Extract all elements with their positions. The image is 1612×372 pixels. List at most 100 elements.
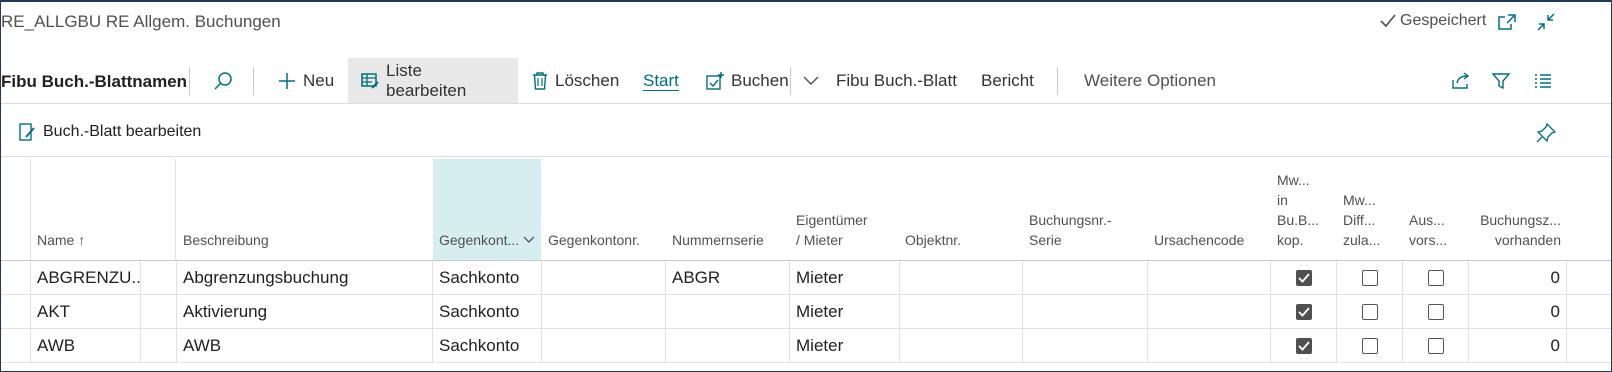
checkbox[interactable] xyxy=(1427,270,1444,286)
cell-nummernserie[interactable]: ABGR xyxy=(666,261,790,295)
cell-ursachencode[interactable] xyxy=(1148,261,1271,295)
cell-buchungsz[interactable]: 0 xyxy=(1469,329,1567,363)
new-button-label: Neu xyxy=(303,71,335,90)
edit-journal-label: Buch.-Blatt bearbeiten xyxy=(43,123,202,140)
column-header-gegenkontoart-label: Gegenkont... xyxy=(439,232,520,248)
divider xyxy=(1,156,1611,157)
more-options-button[interactable]: Weitere Optionen xyxy=(1072,58,1228,104)
table-row[interactable]: AWB AWB Sachkonto Mieter 0 xyxy=(1,329,1611,363)
separator xyxy=(1057,67,1058,95)
cell-buchungsnr[interactable] xyxy=(1023,261,1148,295)
checkbox[interactable] xyxy=(1361,270,1378,286)
cell-mw-diff[interactable] xyxy=(1337,295,1403,329)
column-header-eigentuemer-line2: / Mieter xyxy=(796,232,843,248)
cell-nummernserie[interactable] xyxy=(666,329,790,363)
cell-beschreibung[interactable]: AWB xyxy=(177,329,433,363)
column-header-mw-diff[interactable]: Mw... Diff... zula... xyxy=(1337,159,1403,260)
edit-list-button-label: Liste bearbeiten xyxy=(386,61,467,100)
column-header-beschreibung[interactable]: Beschreibung xyxy=(177,159,433,260)
table-row[interactable]: ABGRENZU... Abgrenzungsbuchung Sachkonto AB… xyxy=(1,261,1611,295)
checkbox[interactable] xyxy=(1427,304,1444,320)
search-button[interactable] xyxy=(201,58,245,104)
edit-list-button[interactable]: Liste bearbeiten xyxy=(348,58,518,104)
cell-mw-diff[interactable] xyxy=(1337,329,1403,363)
cell-gegenkontonr[interactable] xyxy=(542,329,666,363)
delete-button[interactable]: Löschen xyxy=(519,58,631,104)
cell-gegenkontonr[interactable] xyxy=(542,261,666,295)
checkbox[interactable] xyxy=(1427,338,1444,354)
cell-name[interactable]: AWB xyxy=(31,329,141,363)
cell-mw-kop[interactable] xyxy=(1271,261,1337,295)
list-view-button[interactable] xyxy=(1521,58,1565,104)
cell-mw-kop[interactable] xyxy=(1271,295,1337,329)
cell-gegenkontoart[interactable]: Sachkonto xyxy=(433,261,542,295)
checkbox[interactable] xyxy=(1361,304,1378,320)
collapse-icon[interactable] xyxy=(1534,10,1558,34)
cell-mw-kop[interactable] xyxy=(1271,329,1337,363)
new-button[interactable]: Neu xyxy=(265,58,346,104)
cell-spacer xyxy=(141,329,177,363)
edit-journal-icon xyxy=(19,123,35,141)
checkbox[interactable] xyxy=(1295,304,1312,320)
column-header-aus[interactable]: Aus... vors... xyxy=(1403,159,1469,260)
cell-objektnr[interactable] xyxy=(900,261,1023,295)
filter-button[interactable] xyxy=(1479,58,1523,104)
cell-spacer xyxy=(1,295,31,329)
column-header-mw-diff-line3: zula... xyxy=(1343,232,1381,248)
post-button[interactable]: Buchen xyxy=(693,58,801,104)
cell-gegenkontoart[interactable]: Sachkonto xyxy=(433,329,542,363)
table-row[interactable]: AKT Aktivierung Sachkonto Mieter 0 xyxy=(1,295,1611,329)
tab-start[interactable]: Start xyxy=(631,58,691,104)
column-header-eigentuemer[interactable]: Eigentümer / Mieter xyxy=(790,159,900,260)
cell-spacer xyxy=(141,261,177,295)
cell-objektnr[interactable] xyxy=(900,295,1023,329)
open-new-window-icon[interactable] xyxy=(1495,10,1519,34)
cell-eigentuemer[interactable]: Mieter xyxy=(790,329,900,363)
cell-mw-diff[interactable] xyxy=(1337,261,1403,295)
cell-name[interactable]: AKT xyxy=(31,295,141,329)
cell-buchungsnr[interactable] xyxy=(1023,329,1148,363)
checkbox[interactable] xyxy=(1295,270,1312,286)
page-name: Fibu Buch.-Blattnamen xyxy=(1,72,188,91)
cell-eigentuemer[interactable]: Mieter xyxy=(790,261,900,295)
column-header-ursachencode[interactable]: Ursachencode xyxy=(1148,159,1270,260)
column-header-mw-kop-line3: Bu.B... xyxy=(1277,212,1320,228)
journal-button[interactable]: Fibu Buch.-Blatt xyxy=(824,58,969,104)
column-header-objektnr[interactable]: Objektnr. xyxy=(899,159,1023,260)
column-header-gegenkontoart[interactable]: Gegenkont... xyxy=(433,159,541,260)
cell-ursachencode[interactable] xyxy=(1148,295,1271,329)
list-icon xyxy=(1535,74,1551,88)
column-header-name[interactable]: Name ↑ xyxy=(31,159,175,260)
share-button[interactable] xyxy=(1439,58,1483,104)
cell-gegenkontonr[interactable] xyxy=(542,295,666,329)
cell-ursachencode[interactable] xyxy=(1148,329,1271,363)
share-icon xyxy=(1452,72,1470,89)
saved-status-label: Gespeichert xyxy=(1400,12,1487,29)
cell-beschreibung[interactable]: Aktivierung xyxy=(177,295,433,329)
checkbox[interactable] xyxy=(1361,338,1378,354)
cell-objektnr[interactable] xyxy=(900,329,1023,363)
cell-buchungsz[interactable]: 0 xyxy=(1469,261,1567,295)
cell-buchungsnr[interactable] xyxy=(1023,295,1148,329)
report-button[interactable]: Bericht xyxy=(969,58,1046,104)
cell-spacer xyxy=(1,261,31,295)
pin-icon[interactable] xyxy=(1535,122,1557,147)
cell-name[interactable]: ABGRENZU... xyxy=(31,261,141,295)
column-header-buchungsz-line1: Buchungsz... xyxy=(1480,212,1561,228)
column-header-mw-kop[interactable]: Mw... in Bu.B... kop. xyxy=(1271,159,1337,260)
cell-eigentuemer[interactable]: Mieter xyxy=(790,295,900,329)
column-header-buchungsz[interactable]: Buchungsz... vorhanden xyxy=(1469,159,1567,260)
edit-journal-button[interactable]: Buch.-Blatt bearbeiten xyxy=(17,122,201,142)
cell-gegenkontoart[interactable]: Sachkonto xyxy=(433,295,542,329)
cell-beschreibung[interactable]: Abgrenzungsbuchung xyxy=(177,261,433,295)
cell-nummernserie[interactable] xyxy=(666,295,790,329)
cell-aus[interactable] xyxy=(1403,329,1469,363)
column-header-gegenkontonr[interactable]: Gegenkontonr. xyxy=(542,159,665,260)
cell-buchungsz[interactable]: 0 xyxy=(1469,295,1567,329)
column-header-buchungsnr[interactable]: Buchungsnr.- Serie xyxy=(1023,159,1147,260)
column-header-nummernserie[interactable]: Nummernserie xyxy=(666,159,790,260)
cell-aus[interactable] xyxy=(1403,261,1469,295)
checkbox[interactable] xyxy=(1295,338,1312,354)
column-header-eigentuemer-line1: Eigentümer xyxy=(796,212,868,228)
cell-aus[interactable] xyxy=(1403,295,1469,329)
